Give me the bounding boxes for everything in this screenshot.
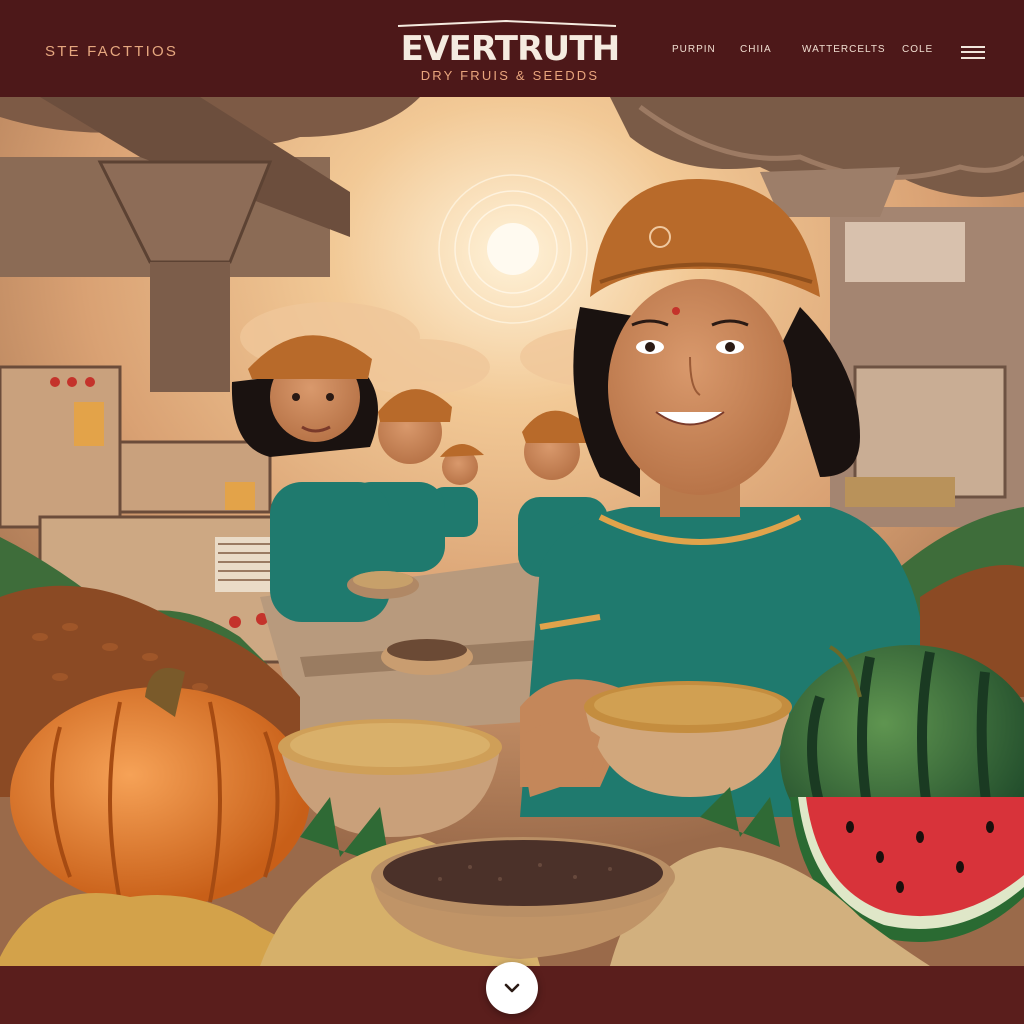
- nav-link-cole[interactable]: COLE: [902, 44, 933, 55]
- hero-illustration: [0, 97, 1024, 966]
- logo-rule-icon: [397, 20, 617, 27]
- nav-link-chia[interactable]: CHIIA: [740, 44, 772, 55]
- nav-link-pumpkin[interactable]: PURPIN: [672, 44, 716, 55]
- chevron-down-icon: [504, 983, 520, 993]
- header-bar: STE FACTTIOS EVERTRUTH DRY FRUIS & SEEDD…: [0, 0, 1024, 97]
- nav-link-factories[interactable]: STE FACTTIOS: [45, 43, 178, 60]
- brand-subtitle: DRY FRUIS & SEEDDS: [420, 68, 600, 83]
- nav-link-watermelon[interactable]: WATTERCELTS: [802, 44, 886, 55]
- scroll-down-button[interactable]: [486, 962, 538, 1014]
- brand-title: EVERTRUTH: [400, 29, 621, 69]
- hamburger-icon[interactable]: [958, 44, 988, 62]
- page: STE FACTTIOS EVERTRUTH DRY FRUIS & SEEDD…: [0, 0, 1024, 1024]
- brand-logo[interactable]: EVERTRUTH DRY FRUIS & SEEDDS: [392, 16, 628, 86]
- hero-scene: [0, 97, 1024, 966]
